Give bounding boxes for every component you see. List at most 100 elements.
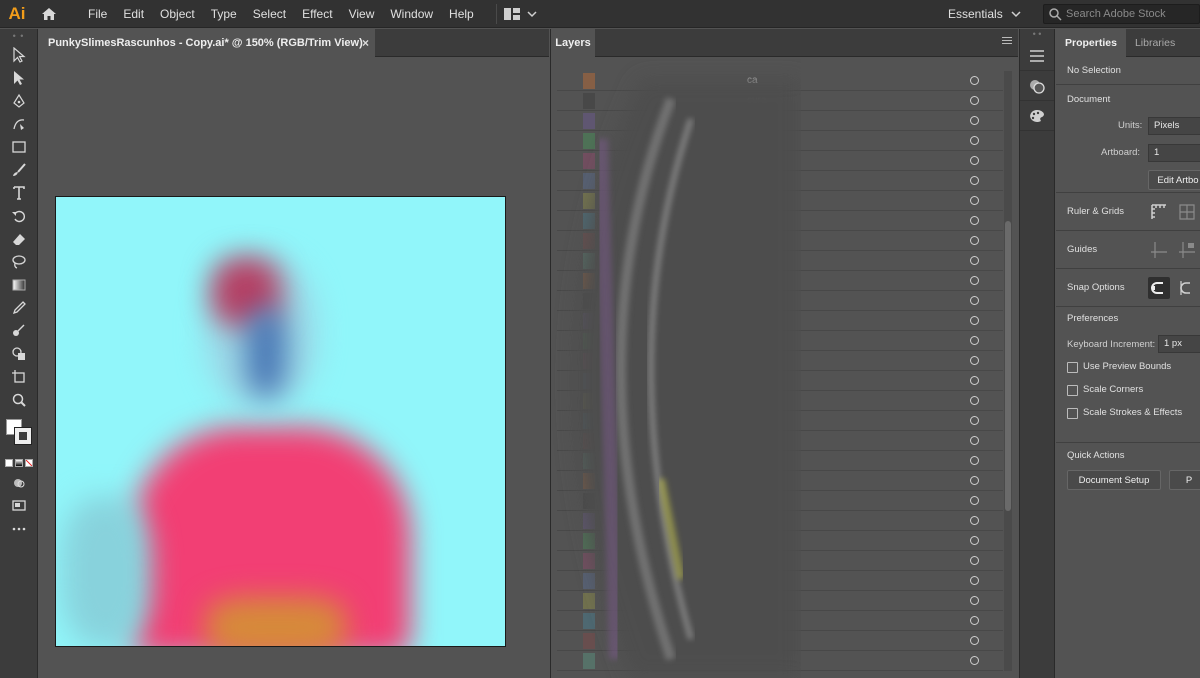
artboard-tool[interactable] [0,365,38,388]
layer-row[interactable] [557,571,1003,591]
eraser-tool[interactable] [0,227,38,250]
panel-grip[interactable]: • • [1020,29,1054,41]
panel-menu-icon[interactable] [1002,37,1012,46]
target-circle-icon[interactable] [970,136,979,145]
curvature-tool[interactable] [0,112,38,135]
menu-object[interactable]: Object [152,0,203,28]
layer-row[interactable]: d [557,211,1003,231]
menu-view[interactable]: View [341,0,383,28]
target-circle-icon[interactable] [970,456,979,465]
layer-row[interactable] [557,491,1003,511]
lock-guides-icon[interactable] [1178,241,1196,259]
layer-row[interactable] [557,271,1003,291]
screen-mode-button[interactable] [0,494,38,517]
target-circle-icon[interactable] [970,376,979,385]
menu-select[interactable]: Select [245,0,294,28]
edit-artboards-button[interactable]: Edit Artbo [1148,170,1200,190]
layer-row[interactable] [557,551,1003,571]
target-circle-icon[interactable] [970,556,979,565]
scale-strokes-checkbox[interactable] [1067,408,1078,419]
scale-corners-checkbox[interactable] [1067,385,1078,396]
target-circle-icon[interactable] [970,196,979,205]
layers-scrollbar[interactable] [1004,71,1012,671]
close-icon[interactable]: × [362,36,369,50]
layer-row[interactable] [557,511,1003,531]
layer-row[interactable] [557,251,1003,271]
fill-stroke-swatches[interactable] [0,411,37,455]
color-button[interactable] [4,459,13,467]
blend-tool[interactable] [0,319,38,342]
target-circle-icon[interactable] [970,616,979,625]
appearance-dock-button[interactable] [1020,71,1054,101]
scroll-thumb[interactable] [1005,221,1011,511]
layer-row[interactable] [557,431,1003,451]
keyboard-increment-input[interactable]: 1 px [1158,335,1200,353]
layer-row[interactable] [557,631,1003,651]
guides-icon[interactable] [1150,241,1168,259]
target-circle-icon[interactable] [970,116,979,125]
target-circle-icon[interactable] [970,296,979,305]
tab-layers[interactable]: Layers [551,29,595,57]
document-tab[interactable]: PunkySlimesRascunhos - Copy.ai* @ 150% (… [39,29,375,57]
units-dropdown[interactable]: Pixels [1148,117,1200,135]
layer-row[interactable] [557,611,1003,631]
arrange-documents-button[interactable] [495,3,537,24]
target-circle-icon[interactable] [970,256,979,265]
panel-grip[interactable]: • • [0,29,37,43]
menu-file[interactable]: File [80,0,115,28]
target-circle-icon[interactable] [970,496,979,505]
draw-mode-button[interactable] [0,471,38,494]
paintbrush-tool[interactable] [0,158,38,181]
target-circle-icon[interactable] [970,656,979,665]
canvas[interactable] [39,58,549,678]
stock-search-input[interactable]: Search Adobe Stock [1043,4,1200,24]
target-circle-icon[interactable] [970,416,979,425]
edit-toolbar-button[interactable] [0,517,38,540]
workspace-switcher[interactable]: Essentials [948,0,1021,28]
layer-row[interactable] [557,111,1003,131]
layer-row[interactable] [557,531,1003,551]
target-circle-icon[interactable] [970,636,979,645]
gradient-button[interactable] [14,459,23,467]
menu-help[interactable]: Help [441,0,482,28]
zoom-tool[interactable] [0,388,38,411]
layer-row[interactable] [557,371,1003,391]
tab-properties[interactable]: Properties [1056,29,1126,57]
artboard[interactable] [55,196,506,647]
ruler-icon[interactable] [1150,203,1168,221]
color-guide-dock-button[interactable] [1020,101,1054,131]
menu-effect[interactable]: Effect [294,0,340,28]
target-circle-icon[interactable] [970,156,979,165]
layer-row[interactable] [557,351,1003,371]
target-circle-icon[interactable] [970,216,979,225]
target-circle-icon[interactable] [970,276,979,285]
menu-edit[interactable]: Edit [115,0,152,28]
target-circle-icon[interactable] [970,316,979,325]
target-circle-icon[interactable] [970,396,979,405]
preferences-button[interactable]: P [1169,470,1200,490]
layer-row[interactable] [557,311,1003,331]
layer-row[interactable] [557,471,1003,491]
layer-row[interactable] [557,291,1003,311]
direct-selection-tool[interactable] [0,66,38,89]
properties-dock-button[interactable] [1020,41,1054,71]
artboard-dropdown[interactable]: 1 [1148,144,1200,162]
layer-row[interactable] [557,331,1003,351]
target-circle-icon[interactable] [970,336,979,345]
pen-tool[interactable] [0,89,38,112]
layer-row[interactable]: cura [557,91,1003,111]
eyedropper-tool[interactable] [0,296,38,319]
layer-row[interactable] [557,231,1003,251]
target-circle-icon[interactable] [970,476,979,485]
target-circle-icon[interactable] [970,76,979,85]
layer-row[interactable] [557,391,1003,411]
target-circle-icon[interactable] [970,176,979,185]
menu-type[interactable]: Type [203,0,245,28]
layer-row[interactable] [557,451,1003,471]
layer-row[interactable] [557,151,1003,171]
rotate-tool[interactable] [0,204,38,227]
target-circle-icon[interactable] [970,596,979,605]
layer-row[interactable] [557,591,1003,611]
layer-row[interactable] [557,411,1003,431]
target-circle-icon[interactable] [970,356,979,365]
